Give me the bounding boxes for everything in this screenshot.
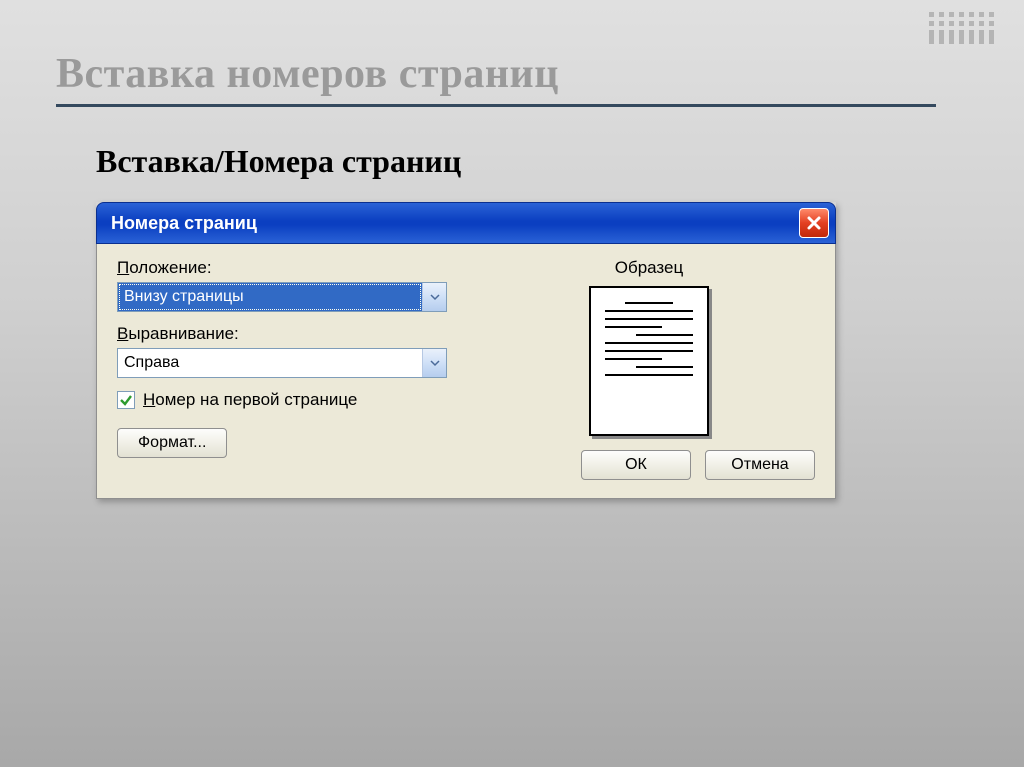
position-combo[interactable]: Внизу страницы <box>117 282 447 312</box>
cancel-button[interactable]: Отмена <box>705 450 815 480</box>
alignment-combo-button[interactable] <box>422 349 446 377</box>
alignment-combo-value: Справа <box>118 349 422 377</box>
firstpage-checkbox[interactable] <box>117 391 135 409</box>
sample-label: Образец <box>615 258 683 278</box>
position-combo-button[interactable] <box>422 283 446 311</box>
decor-dots <box>929 12 994 44</box>
check-icon <box>119 393 133 407</box>
titlebar-text: Номера страниц <box>111 213 799 234</box>
close-icon <box>806 215 822 231</box>
heading-rule <box>56 104 936 107</box>
position-label: Положение: <box>117 258 447 278</box>
close-button[interactable] <box>799 208 829 238</box>
firstpage-checkbox-label: Номер на первой странице <box>143 390 357 410</box>
alignment-label: Выравнивание: <box>117 324 447 344</box>
chevron-down-icon <box>430 292 440 302</box>
chevron-down-icon <box>430 358 440 368</box>
slide-heading: Вставка номеров страниц <box>56 50 968 98</box>
alignment-combo[interactable]: Справа <box>117 348 447 378</box>
ok-button[interactable]: ОК <box>581 450 691 480</box>
sample-preview <box>589 286 709 436</box>
format-button[interactable]: Формат... <box>117 428 227 458</box>
titlebar[interactable]: Номера страниц <box>96 202 836 244</box>
position-combo-value: Внизу страницы <box>118 283 422 311</box>
dialog-page-numbers: Номера страниц Положение: Внизу страницы <box>96 202 836 499</box>
slide-subheading: Вставка/Номера страниц <box>96 143 968 180</box>
